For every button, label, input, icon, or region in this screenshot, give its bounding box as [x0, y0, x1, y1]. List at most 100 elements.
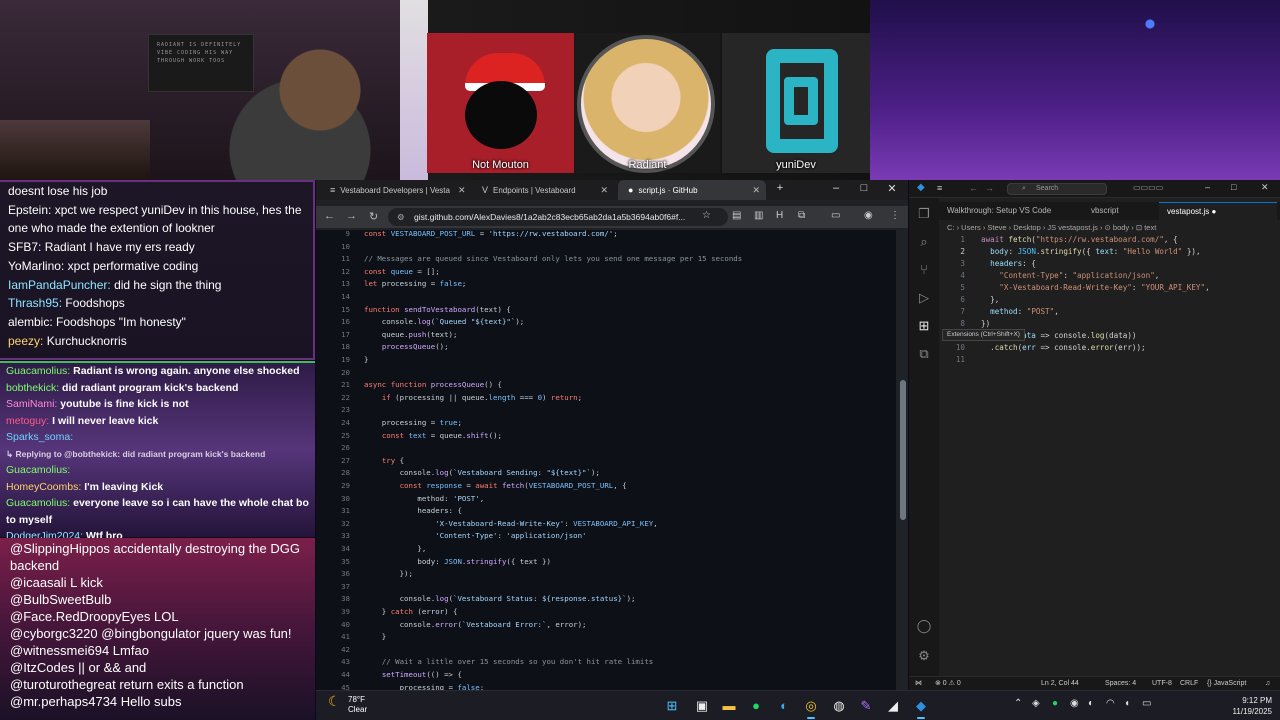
run-debug-icon[interactable]: ▷	[916, 290, 932, 306]
minimize-button[interactable]: –	[824, 182, 848, 194]
command-search[interactable]: ⌕ Search	[1007, 183, 1107, 195]
layout-icon[interactable]: ▭▭▭▭	[1133, 183, 1163, 192]
trash-icon[interactable]: ▥	[754, 210, 763, 221]
extensions-icon[interactable]: ⊞	[916, 318, 932, 334]
chat-username[interactable]: @SlippingHippos	[10, 541, 110, 556]
site-info-icon[interactable]: ⚙	[397, 208, 405, 226]
chat-username[interactable]: @cyborgc3220	[10, 626, 98, 641]
extensions-icon[interactable]: ⧉	[798, 210, 805, 221]
chat-username[interactable]: @Face.RedDroopyEyes	[10, 609, 150, 624]
chat-username[interactable]: metoguy:	[6, 415, 49, 427]
chat-username[interactable]: @ItzCodes	[10, 660, 75, 675]
editor-line[interactable]: 1 await fetch("https://rw.vestaboard.com/…	[939, 234, 1177, 246]
close-icon[interactable]: ✕	[744, 185, 760, 196]
remote-indicator-icon[interactable]: ⋈	[915, 677, 922, 690]
scrollbar[interactable]	[898, 230, 908, 690]
chat-username[interactable]: Thrash95:	[8, 296, 62, 310]
editor-line[interactable]: 7 method: "POST",	[939, 306, 1058, 318]
menu-icon[interactable]: ⋮	[890, 210, 900, 221]
chat-username[interactable]: SamiNami:	[6, 398, 57, 410]
menu-icon[interactable]: ≡	[937, 183, 942, 193]
start-icon[interactable]: ⊞	[663, 697, 681, 715]
reload-icon[interactable]: ↻	[369, 210, 378, 223]
spotify-icon[interactable]: ●	[747, 697, 765, 715]
address-bar[interactable]: ⚙ gist.github.com/AlexDavies8/1a2ab2c83e…	[388, 208, 728, 226]
minimize-button[interactable]: –	[1205, 182, 1210, 192]
tab-vestaboard-developers[interactable]: ≡ Vestaboard Developers | Vesta ✕	[320, 180, 470, 200]
back-icon[interactable]: ←	[324, 210, 335, 222]
chat-username[interactable]: Guacamolius:	[6, 497, 70, 509]
close-window-button[interactable]: ✕	[1261, 182, 1269, 193]
weather-widget[interactable]: ☾ 78°F Clear	[328, 694, 367, 715]
forward-icon[interactable]: →	[346, 210, 357, 222]
clock[interactable]: 9:12 PM 11/19/2025	[1233, 695, 1272, 717]
tray-chevron-icon[interactable]: ⌃	[1014, 698, 1022, 709]
chat-username[interactable]: HomeyCoombs:	[6, 481, 81, 493]
task-view-icon[interactable]: ▣	[693, 697, 711, 715]
code-editor[interactable]: 1 await fetch("https://rw.vestaboard.com/…	[939, 234, 1280, 674]
hint-icon[interactable]: H	[776, 210, 783, 221]
tray-app2-icon[interactable]: ◉	[1070, 698, 1079, 709]
profile-icon[interactable]: ◉	[864, 210, 873, 221]
editor-line[interactable]: 10 .catch(err => console.error(err));	[939, 342, 1146, 354]
tab-vestapost-js[interactable]: vestapost.js ●	[1159, 202, 1277, 220]
chat-username[interactable]: Epstein:	[8, 203, 51, 217]
source-control-icon[interactable]: ⑂	[916, 262, 932, 277]
chat-username[interactable]: Guacamolius:	[6, 464, 70, 476]
back-icon[interactable]: ←	[969, 183, 978, 193]
editor-line[interactable]: 6 },	[939, 294, 999, 306]
chat-username[interactable]: @icaasali	[10, 575, 67, 590]
tab-script-js[interactable]: ● script.js · GitHub ✕	[618, 180, 766, 200]
chat-username[interactable]: @witnessmei694	[10, 643, 109, 658]
tab-walkthrough[interactable]: Walkthrough: Setup VS Code	[939, 202, 1079, 220]
wifi-icon[interactable]: ◠	[1106, 698, 1115, 709]
chat-username[interactable]: alembic:	[8, 315, 53, 329]
tray-app-icon[interactable]: ◈	[1032, 698, 1040, 709]
close-icon[interactable]: ✕	[450, 185, 466, 196]
indentation[interactable]: Spaces: 4	[1105, 677, 1136, 690]
obs-icon[interactable]: ◍	[830, 697, 848, 715]
chat-username[interactable]: IamPandaPuncher:	[8, 278, 111, 292]
chat-username[interactable]: Guacamolius:	[6, 365, 70, 377]
line-ending[interactable]: CRLF	[1180, 677, 1198, 690]
tab-endpoints[interactable]: V Endpoints | Vestaboard ✕	[472, 180, 614, 200]
bookmark-star-icon[interactable]: ☆	[702, 210, 711, 221]
chat-username[interactable]: SFB7:	[8, 240, 41, 254]
cursor-position[interactable]: Ln 2, Col 44	[1041, 677, 1079, 690]
editor-line[interactable]: 3 headers: {	[939, 258, 1035, 270]
chat-username[interactable]: @BulbSweetBulb	[10, 592, 111, 607]
settings-gear-icon[interactable]: ⚙	[916, 648, 932, 664]
close-icon[interactable]: ✕	[592, 185, 608, 196]
edge-icon[interactable]: ◐	[775, 697, 793, 715]
close-window-button[interactable]: ✕	[880, 182, 904, 195]
account-icon[interactable]: ◯	[916, 618, 932, 634]
editor-line[interactable]: 2 body: JSON.stringify({ text: "Hello Wo…	[939, 246, 1200, 258]
editor-line[interactable]: 11	[939, 354, 981, 366]
chat-username[interactable]: peezy:	[8, 334, 43, 348]
chat-username[interactable]: Sparks_soma:	[6, 431, 73, 443]
chat-username[interactable]: @turoturothegreat	[10, 677, 116, 692]
tray-spotify-icon[interactable]: ●	[1052, 698, 1058, 709]
battery-icon[interactable]: ▭	[1142, 698, 1151, 709]
file-explorer-icon[interactable]: ▬	[720, 697, 738, 715]
search-icon[interactable]: ⌕	[916, 234, 932, 250]
remote-icon[interactable]: ⧉	[916, 346, 932, 362]
editor-line[interactable]: 5 "X-Vestaboard-Read-Write-Key": "YOUR_A…	[939, 282, 1209, 294]
maximize-button[interactable]: □	[1231, 182, 1236, 192]
vscode-icon[interactable]: ◆	[912, 697, 930, 719]
chat-username[interactable]: YoMarlino:	[8, 259, 64, 273]
scrollbar-thumb[interactable]	[900, 380, 906, 520]
maximize-button[interactable]: □	[852, 182, 876, 194]
chat-username[interactable]: bobthekick:	[6, 382, 59, 394]
chat-username[interactable]: @mr.perhaps4734	[10, 694, 117, 709]
breadcrumb[interactable]: C: › Users › Steve › Desktop › JS vestap…	[947, 223, 1156, 232]
language-mode[interactable]: {} JavaScript	[1207, 677, 1246, 690]
problems-indicator[interactable]: ⊗ 0 ⚠ 0	[935, 677, 961, 690]
volume-icon[interactable]: ◖	[1124, 698, 1130, 709]
new-tab-button[interactable]: +	[768, 182, 792, 194]
chrome-icon[interactable]: ◎	[802, 697, 820, 719]
steam-icon[interactable]: ◢	[884, 697, 902, 715]
forward-icon[interactable]: →	[985, 183, 994, 193]
extension-doc-icon[interactable]: ▤	[732, 210, 741, 221]
editor-line[interactable]: 4 "Content-Type": "application/json",	[939, 270, 1159, 282]
